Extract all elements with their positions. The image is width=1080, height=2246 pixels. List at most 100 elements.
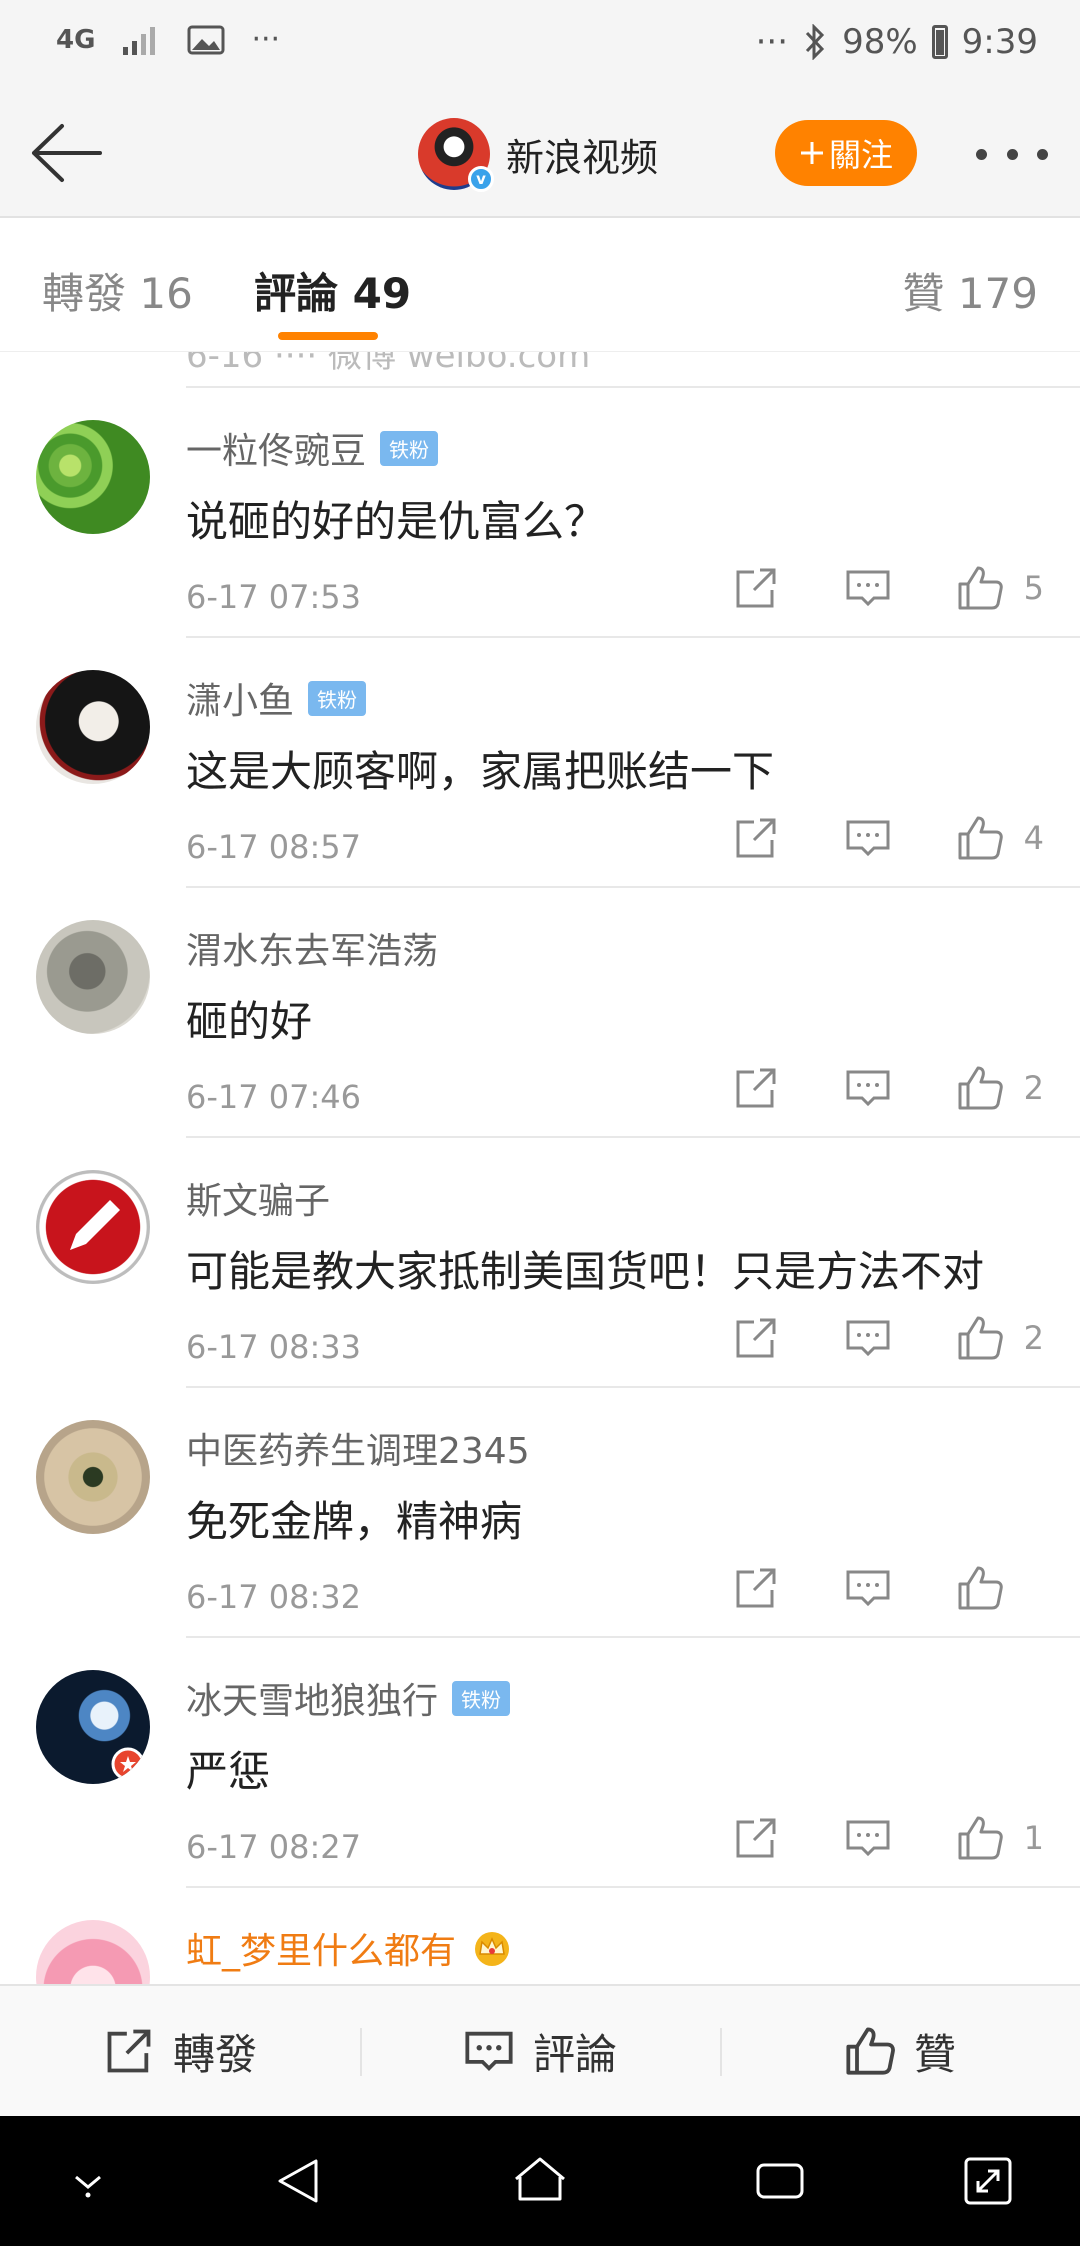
back-arrow-icon[interactable] [28,118,104,188]
reply-icon[interactable] [844,1814,892,1862]
expand-screen-icon[interactable] [958,2151,1018,2211]
hide-keyboard-icon[interactable] [58,2151,118,2211]
reply-icon[interactable] [844,814,892,862]
comment-item[interactable]: 虹_梦里什么都有 [0,1888,1080,1984]
repost-icon[interactable] [732,1064,780,1112]
bluetooth-icon [805,24,825,60]
account-header[interactable]: v 新浪视频 [418,118,658,192]
repost-icon [107,2029,151,2073]
comment-time: 6-17 07:46 [186,1078,362,1116]
comment-icon [465,2031,513,2072]
bottom-action-bar: 轉發 評論 贊 [0,1984,1080,2116]
thumbs-up-icon[interactable] [956,1814,1004,1862]
follow-button[interactable]: 關注 [775,120,917,186]
avatar[interactable] [36,1920,150,1984]
comment-author[interactable]: 虹_梦里什么都有 [186,1922,456,1974]
avatar[interactable] [36,670,150,784]
comment-author[interactable]: 一粒佟豌豆 [186,422,366,474]
system-navigation-bar [0,2116,1080,2246]
comment-list[interactable]: 6-16 ···· 微博 weibo.com 一粒佟豌豆 铁粉 说砸的好的是仇富… [0,352,1080,1984]
thumbs-up-icon[interactable] [956,1064,1004,1112]
account-avatar[interactable]: v [418,118,494,192]
fan-badge: 铁粉 [308,680,367,716]
tab-comments[interactable]: 評論 49 [254,260,411,321]
reply-icon[interactable] [844,564,892,612]
like-count: 4 [1023,819,1044,857]
network-indicator: 4G [56,24,96,55]
thumbs-up-icon[interactable] [956,1314,1004,1362]
comment-text: 这是大顾客啊，家属把账结一下 [186,747,775,796]
status-bar: 4G ··· ··· 98% 9:39 [0,0,1080,90]
repost-icon[interactable] [732,1814,780,1862]
comment-author[interactable]: 冰天雪地狼独行 [186,1672,438,1724]
like-count: 2 [1023,1319,1044,1357]
comment-item[interactable]: 冰天雪地狼独行 铁粉 严惩 6-17 08:27 1 [0,1638,1080,1888]
like-count: 5 [1023,569,1044,607]
gallery-icon [187,25,225,54]
fan-badge: 铁粉 [380,430,439,466]
comment-text: 可能是教大家抵制美国货吧！只是方法不对 [186,1247,985,1296]
comment-time: 6-17 08:33 [186,1328,362,1366]
like-count: 2 [1023,1069,1044,1107]
comment-text: 说砸的好的是仇富么？ [186,497,607,546]
comment-text: 免死金牌，精神病 [186,1497,523,1546]
top-nav-bar: v 新浪视频 關注 [0,90,1080,218]
comment-button[interactable]: 評論 [360,1986,720,2116]
comment-item[interactable]: 潇小鱼 铁粉 这是大顾客啊，家属把账结一下 6-17 08:57 4 [0,638,1080,888]
tab-likes[interactable]: 贊 179 [902,260,1038,321]
comment-item[interactable]: 渭水东去军浩荡 砸的好 6-17 07:46 2 [0,888,1080,1138]
like-count: 1 [1023,1819,1044,1857]
reply-icon[interactable] [844,1064,892,1112]
avatar[interactable] [36,1170,150,1284]
repost-icon[interactable] [732,1314,780,1362]
reply-icon[interactable] [844,1314,892,1362]
reply-icon[interactable] [844,1564,892,1612]
comment-item[interactable]: 一粒佟豌豆 铁粉 说砸的好的是仇富么？ 6-17 07:53 5 [0,388,1080,638]
battery-percent: 98% [842,22,918,62]
comment-author[interactable]: 斯文骗子 [186,1172,330,1224]
avatar[interactable] [36,420,150,534]
comment-time: 6-17 08:27 [186,1828,362,1866]
comment-author[interactable]: 渭水东去军浩荡 [186,922,438,974]
account-name[interactable]: 新浪视频 [506,127,658,182]
active-tab-indicator [278,332,378,340]
thumbs-up-icon[interactable] [956,1564,1004,1612]
comment-author[interactable]: 潇小鱼 [186,672,294,724]
like-label: 贊 [913,2029,956,2079]
partial-row-text: 6-16 ···· 微博 weibo.com [186,352,591,376]
comment-label: 評論 [532,2029,617,2079]
plus-icon [800,142,823,164]
avatar[interactable] [36,920,150,1034]
recent-apps-icon[interactable] [750,2151,810,2211]
comment-author[interactable]: 中医药养生调理2345 [186,1422,530,1474]
tab-reposts[interactable]: 轉發 16 [42,260,193,321]
comment-text: 严惩 [186,1747,271,1796]
follow-label: 關注 [828,136,893,174]
more-options-icon[interactable] [976,134,1048,174]
thumbs-up-icon[interactable] [956,814,1004,862]
repost-button[interactable]: 轉發 [0,1986,360,2116]
like-button[interactable]: 贊 [720,1986,1080,2116]
comment-item[interactable]: 中医药养生调理2345 免死金牌，精神病 6-17 08:32 [0,1388,1080,1638]
home-icon[interactable] [510,2151,570,2211]
comment-text: 砸的好 [186,997,313,1046]
pen-icon [70,1200,120,1250]
repost-icon[interactable] [732,564,780,612]
comment-time: 6-17 08:57 [186,828,362,866]
tab-bar: 轉發 16 評論 49 贊 179 [0,220,1080,352]
fan-badge: 铁粉 [452,1680,511,1716]
clock: 9:39 [961,22,1038,62]
signal-icon [123,26,156,55]
thumbs-up-icon[interactable] [956,564,1004,612]
repost-label: 轉發 [172,2029,257,2079]
repost-icon[interactable] [732,1564,780,1612]
battery-icon [931,25,948,59]
back-icon[interactable] [270,2151,330,2211]
comment-item[interactable]: 斯文骗子 可能是教大家抵制美国货吧！只是方法不对 6-17 08:33 2 [0,1138,1080,1388]
thumbs-up-icon [846,2027,895,2075]
avatar[interactable] [36,1670,150,1784]
partial-comment-row: 6-16 ···· 微博 weibo.com [186,352,1080,388]
repost-icon[interactable] [732,814,780,862]
avatar[interactable] [36,1420,150,1534]
status-right-more: ··· [755,22,789,62]
